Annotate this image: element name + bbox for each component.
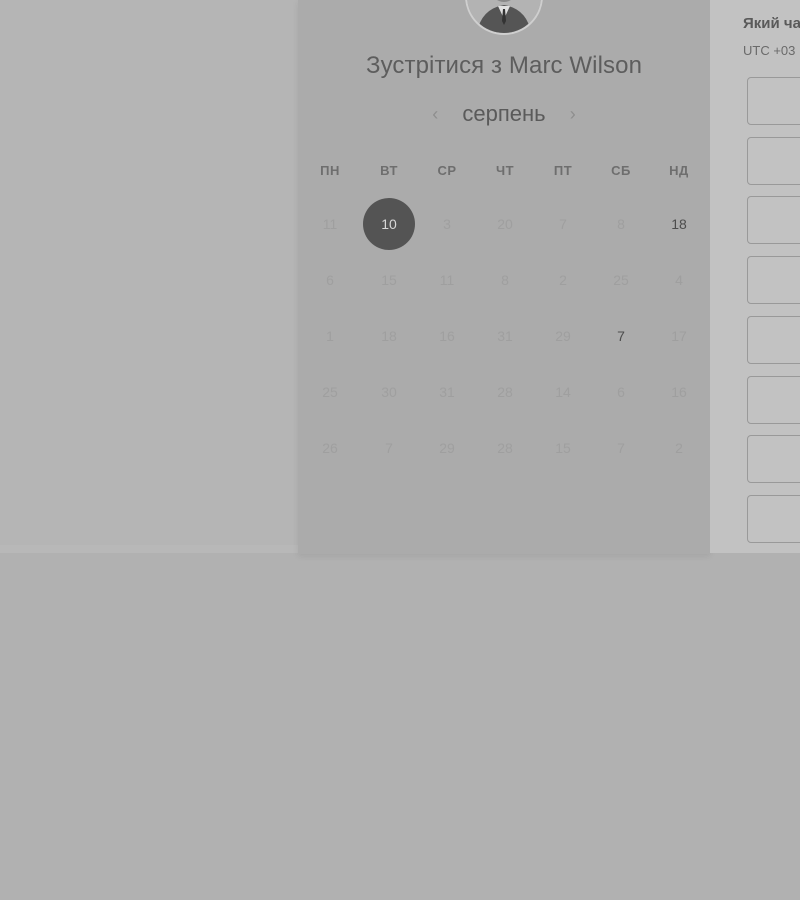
- timezone-label: UTC +03: [743, 43, 796, 58]
- calendar-day: 6: [617, 384, 625, 400]
- calendar-day: 2: [675, 440, 683, 456]
- calendar-day: 16: [671, 384, 687, 400]
- time-slot-button[interactable]: [747, 256, 800, 305]
- time-slot-button[interactable]: [747, 494, 800, 543]
- calendar-day[interactable]: 7: [596, 311, 646, 361]
- time-slot-button[interactable]: [747, 315, 800, 364]
- calendar-day: 8: [501, 272, 509, 288]
- calendar-day: 14: [555, 384, 571, 400]
- time-slot-button[interactable]: [747, 196, 800, 245]
- calendar-day: 26: [322, 440, 338, 456]
- weekday-label: ПН: [320, 163, 340, 178]
- calendar-day: 25: [613, 272, 629, 288]
- time-picker-panel: Який ча UTC +03: [710, 0, 800, 553]
- calendar-day: 7: [617, 440, 625, 456]
- month-label: серпень: [462, 101, 546, 127]
- weekday-label: ВТ: [380, 163, 398, 178]
- weekday-label: СБ: [611, 163, 631, 178]
- weekday-label: НД: [669, 163, 689, 178]
- calendar-day: 16: [439, 328, 455, 344]
- chevron-left-icon[interactable]: ‹: [422, 104, 448, 125]
- weekday-label: ПТ: [553, 163, 573, 178]
- person-icon: [467, 0, 541, 33]
- calendar-day: 3: [443, 216, 451, 232]
- calendar-day: 25: [322, 384, 338, 400]
- calendar-day: 31: [439, 384, 455, 400]
- calendar-day: 15: [555, 440, 571, 456]
- calendar-day: 11: [322, 216, 338, 232]
- month-navigation: ‹ серпень ›: [298, 100, 710, 130]
- calendar-day: 31: [497, 328, 513, 344]
- selected-day[interactable]: 10: [363, 198, 415, 250]
- calendar-day: 28: [497, 440, 513, 456]
- calendar-day: 18: [381, 328, 397, 344]
- time-heading: Який ча: [743, 15, 800, 32]
- calendar-panel: Зустрітися з Marc Wilson ‹ серпень › ПН В…: [298, 0, 710, 554]
- calendar-day: 28: [497, 384, 513, 400]
- calendar-day: 30: [381, 384, 397, 400]
- calendar-day: 7: [559, 216, 567, 232]
- calendar-day: 1: [326, 328, 334, 344]
- calendar-day: 15: [381, 272, 397, 288]
- calendar-day: 4: [675, 272, 683, 288]
- calendar-day: 6: [326, 272, 334, 288]
- calendar-day[interactable]: 18: [654, 199, 704, 249]
- calendar-day: 8: [617, 216, 625, 232]
- weekday-label: СР: [437, 163, 457, 178]
- calendar-day: 2: [559, 272, 567, 288]
- calendar-day: 29: [555, 328, 571, 344]
- calendar-day: 7: [385, 440, 393, 456]
- host-avatar: [465, 0, 543, 35]
- calendar-day: 29: [439, 440, 455, 456]
- calendar-day: 11: [439, 272, 455, 288]
- time-slot-button[interactable]: [747, 375, 800, 424]
- meeting-title: Зустрітися з Marc Wilson: [365, 52, 643, 79]
- time-slot-button[interactable]: [747, 77, 800, 125]
- time-slot-button[interactable]: [747, 435, 800, 484]
- calendar-day: 17: [671, 328, 687, 344]
- calendar-day: 20: [497, 216, 513, 232]
- time-slot-button[interactable]: [747, 136, 800, 185]
- backdrop-edge: [0, 545, 300, 553]
- weekday-label: ЧТ: [495, 163, 515, 178]
- chevron-right-icon[interactable]: ›: [560, 104, 586, 125]
